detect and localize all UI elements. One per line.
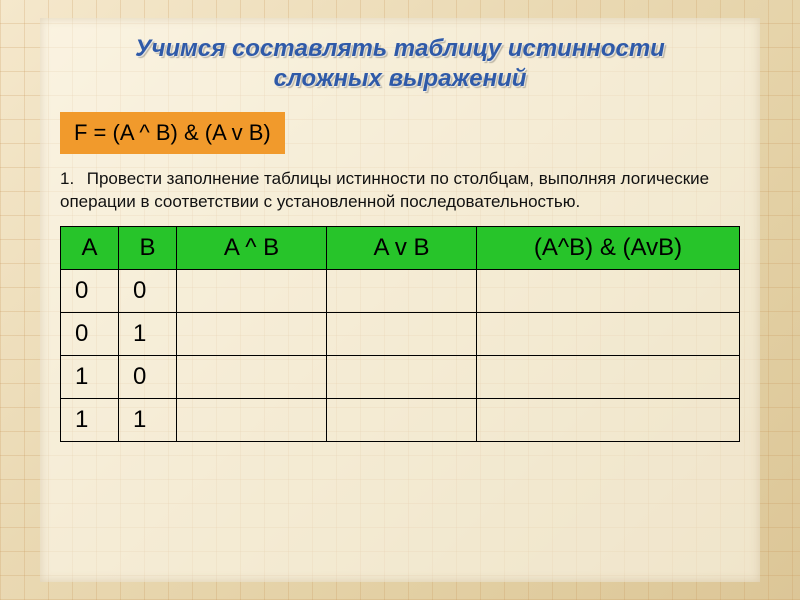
cell-a: 0	[61, 269, 119, 312]
header-a: A	[61, 226, 119, 269]
header-b: B	[119, 226, 177, 269]
cell-a: 0	[61, 312, 119, 355]
cell-b: 0	[119, 355, 177, 398]
header-res: (A^B) & (AvB)	[477, 226, 740, 269]
table-row: 0 1	[61, 312, 740, 355]
cell-or	[327, 355, 477, 398]
cell-res	[477, 312, 740, 355]
table-header-row: A B A ^ B A v B (A^B) & (AvB)	[61, 226, 740, 269]
cell-and	[177, 312, 327, 355]
instruction-body: Провести заполнение таблицы истинности п…	[60, 169, 709, 211]
cell-or	[327, 269, 477, 312]
content-panel: Учимся составлять таблицу истинности сло…	[40, 18, 760, 582]
header-or: A v B	[327, 226, 477, 269]
cell-and	[177, 398, 327, 441]
cell-or	[327, 312, 477, 355]
table-row: 1 0	[61, 355, 740, 398]
slide-background: Учимся составлять таблицу истинности сло…	[0, 0, 800, 600]
cell-and	[177, 269, 327, 312]
cell-b: 0	[119, 269, 177, 312]
cell-and	[177, 355, 327, 398]
table-row: 1 1	[61, 398, 740, 441]
cell-res	[477, 355, 740, 398]
cell-or	[327, 398, 477, 441]
formula-box: F = (A ^ B) & (A v B)	[60, 112, 285, 154]
title-line-2: сложных выражений	[274, 65, 527, 92]
cell-a: 1	[61, 398, 119, 441]
instruction-number: 1.	[60, 168, 82, 191]
cell-b: 1	[119, 312, 177, 355]
cell-a: 1	[61, 355, 119, 398]
cell-res	[477, 269, 740, 312]
instruction-text: 1. Провести заполнение таблицы истинност…	[60, 168, 740, 214]
cell-res	[477, 398, 740, 441]
table-row: 0 0	[61, 269, 740, 312]
truth-table: A B A ^ B A v B (A^B) & (AvB) 0 0 0 1	[60, 226, 740, 442]
cell-b: 1	[119, 398, 177, 441]
slide-title: Учимся составлять таблицу истинности сло…	[60, 34, 740, 94]
header-and: A ^ B	[177, 226, 327, 269]
title-line-1: Учимся составлять таблицу истинности	[135, 35, 665, 62]
